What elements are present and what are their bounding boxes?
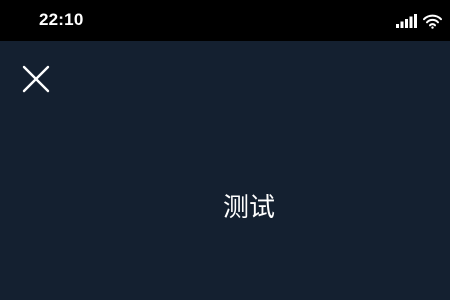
- main-content: 测试: [0, 41, 450, 300]
- status-icons: [396, 10, 442, 32]
- signal-bars-icon: [396, 14, 418, 28]
- status-time: 22:10: [39, 10, 84, 29]
- close-icon: [21, 64, 51, 94]
- wifi-icon: [423, 14, 442, 29]
- center-text: 测试: [222, 193, 275, 223]
- status-bar: 22:10: [0, 0, 450, 41]
- close-button[interactable]: [18, 61, 54, 97]
